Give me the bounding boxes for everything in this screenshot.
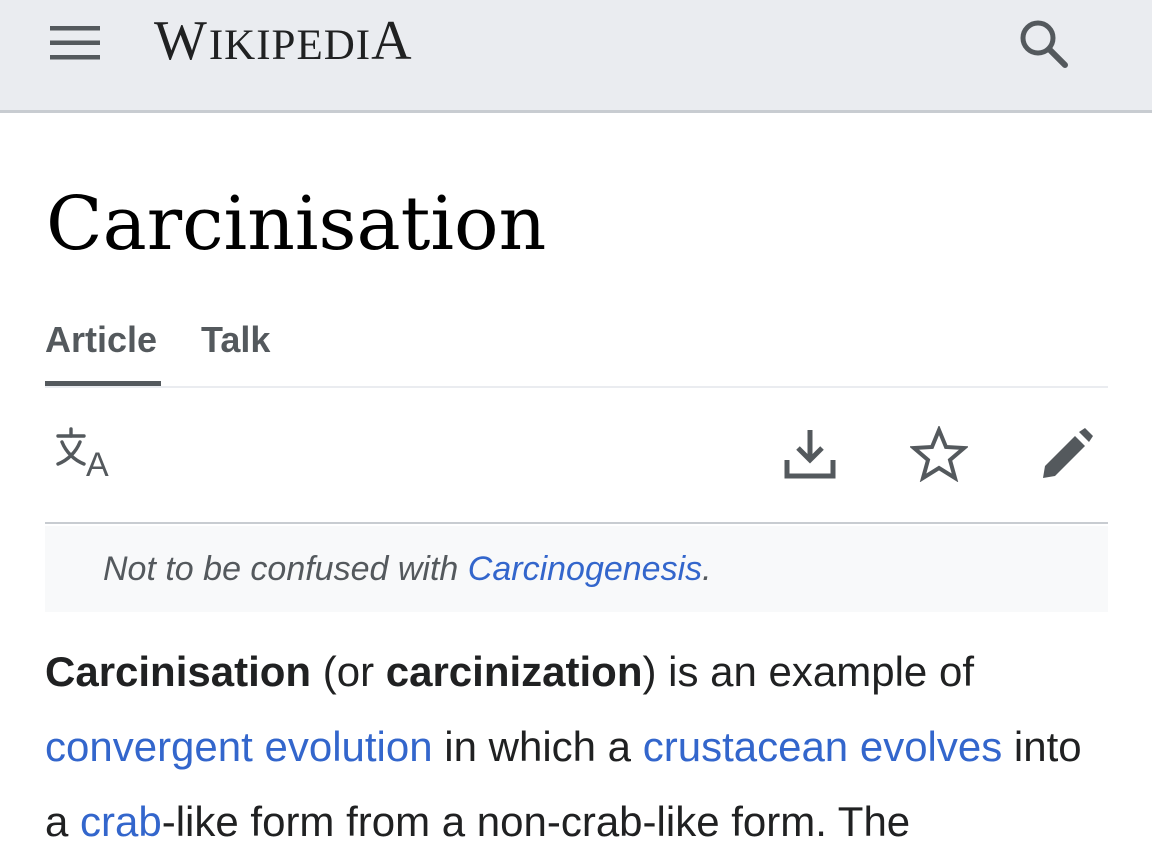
svg-text:WIKIPEDIA: WIKIPEDIA bbox=[154, 10, 413, 72]
watch-star-button[interactable] bbox=[907, 422, 971, 486]
page-actions-bar: A bbox=[45, 410, 1108, 524]
link-crab[interactable]: crab bbox=[80, 798, 162, 845]
page-title: Carcinisation bbox=[46, 181, 547, 267]
hatnote: Not to be confused with Carcinogenesis. bbox=[45, 526, 1108, 612]
link-crustacean-evolves[interactable]: crustacean evolves bbox=[643, 723, 1003, 770]
hatnote-text: Not to be confused with bbox=[103, 550, 468, 588]
language-button[interactable]: A bbox=[53, 422, 117, 486]
lead-alt-term: carcinization bbox=[385, 648, 643, 695]
hatnote-link-carcinogenesis[interactable]: Carcinogenesis bbox=[468, 550, 702, 588]
page-tabs: Article Talk bbox=[45, 312, 1108, 388]
search-button[interactable] bbox=[1012, 12, 1076, 76]
wikipedia-wordmark-logo[interactable]: WIKIPEDIA bbox=[154, 10, 490, 72]
hatnote-suffix: . bbox=[702, 550, 712, 588]
language-translate-icon: A bbox=[56, 427, 109, 482]
svg-text:A: A bbox=[86, 446, 109, 482]
hamburger-menu-icon bbox=[50, 26, 100, 60]
lead-text: in which a bbox=[432, 723, 643, 770]
pencil-icon bbox=[1043, 428, 1093, 478]
main-menu-button[interactable] bbox=[46, 14, 104, 72]
search-icon bbox=[1020, 20, 1068, 68]
download-icon bbox=[784, 430, 836, 479]
star-icon bbox=[910, 426, 968, 482]
lead-paragraph: Carcinisation (or carcinization) is an e… bbox=[45, 634, 1115, 859]
link-convergent-evolution[interactable]: convergent evolution bbox=[45, 723, 433, 770]
lead-text: ) is an example of bbox=[642, 648, 975, 695]
tab-talk[interactable]: Talk bbox=[201, 312, 270, 386]
lead-term: Carcinisation bbox=[45, 648, 312, 695]
tab-article[interactable]: Article bbox=[45, 312, 161, 386]
download-button[interactable] bbox=[778, 422, 842, 486]
wordmark-letter-w: W bbox=[154, 10, 208, 72]
top-header-bar: WIKIPEDIA bbox=[0, 0, 1152, 113]
lead-text: -like form from a non-crab-like form. Th… bbox=[161, 798, 911, 845]
edit-button[interactable] bbox=[1035, 422, 1099, 486]
lead-text: (or bbox=[311, 648, 386, 695]
